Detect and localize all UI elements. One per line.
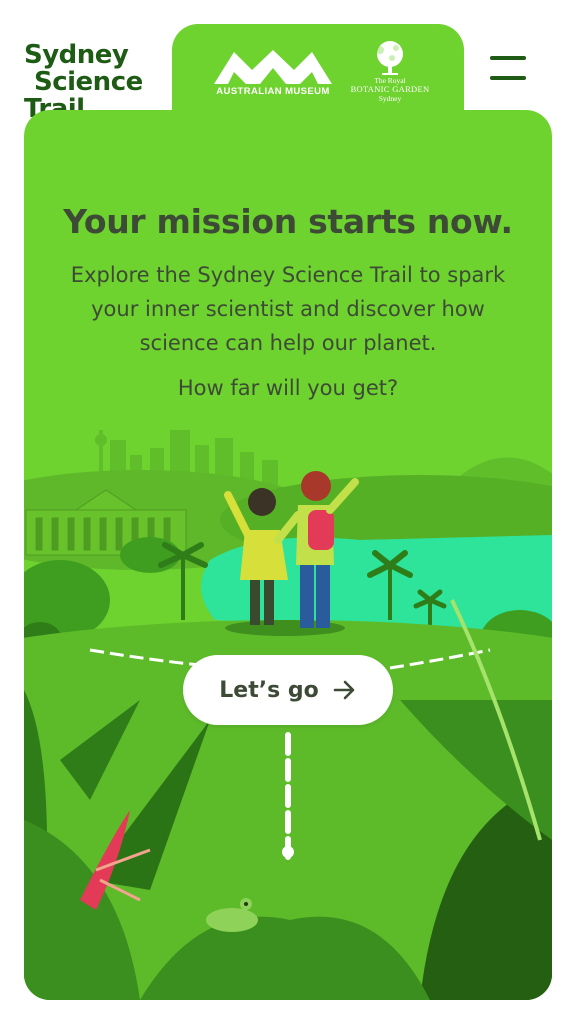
lets-go-label: Let’s go xyxy=(219,677,319,703)
hero-title: Your mission starts now. xyxy=(63,202,513,241)
hero-description-line: Explore the Sydney Science Trail to spar… xyxy=(70,263,506,287)
lets-go-button[interactable]: Let’s go xyxy=(183,655,393,725)
hero-description: Explore the Sydney Science Trail to spar… xyxy=(48,258,528,360)
arrow-right-icon xyxy=(333,680,357,700)
trail-landscape-illustration xyxy=(24,430,552,1000)
hero-description-line: your inner scientist and discover how xyxy=(91,297,485,321)
hero-description-line: science can help our planet. xyxy=(139,331,437,355)
hero-question: How far will you get? xyxy=(177,376,399,400)
